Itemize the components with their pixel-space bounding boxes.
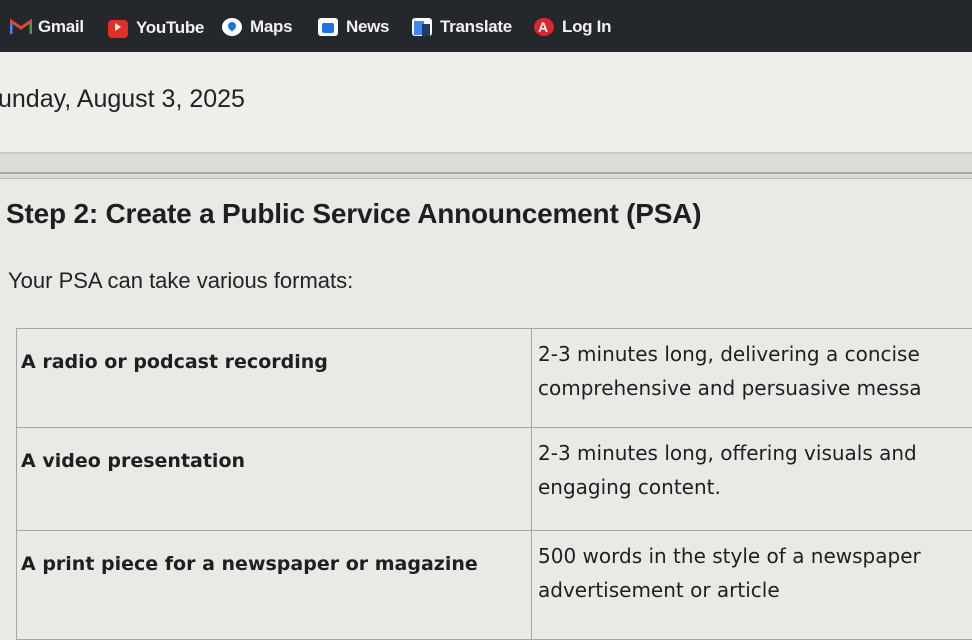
description-cell: 500 words in the style of a newspaper ad…: [532, 531, 972, 640]
table-row: A print piece for a newspaper or magazin…: [17, 531, 972, 640]
psa-formats-table: A radio or podcast recording 2-3 minutes…: [16, 328, 972, 640]
bookmark-label: News: [346, 17, 389, 37]
news-icon: [318, 18, 338, 36]
description-line: comprehensive and persuasive messa: [538, 371, 972, 405]
description-cell: 2-3 minutes long, offering visuals and e…: [532, 428, 972, 531]
youtube-icon: [108, 20, 128, 38]
description-line: engaging content.: [538, 470, 972, 504]
step-title: Step 2: Create a Public Service Announce…: [6, 198, 701, 230]
bookmark-gmail[interactable]: Gmail: [10, 17, 84, 37]
description-line: 500 words in the style of a newspaper: [538, 539, 972, 573]
table-row: A radio or podcast recording 2-3 minutes…: [17, 329, 972, 428]
bookmark-label: Maps: [250, 17, 292, 37]
table-row: A video presentation 2-3 minutes long, o…: [17, 428, 972, 531]
description-line: advertisement or article: [538, 573, 972, 607]
maps-icon: [222, 18, 242, 36]
divider-line: [0, 172, 972, 174]
bookmark-log-in[interactable]: Log In: [534, 17, 611, 37]
description-line: 2-3 minutes long, offering visuals and: [538, 436, 972, 470]
bookmark-label: Log In: [562, 17, 611, 37]
page-date: unday, August 3, 2025: [0, 85, 245, 114]
section-divider: [0, 152, 972, 179]
bookmarks-bar: Gmail YouTube Maps News Translate Log In: [0, 0, 972, 52]
bookmark-maps[interactable]: Maps: [222, 17, 292, 37]
bookmark-news[interactable]: News: [318, 17, 389, 37]
intro-text: Your PSA can take various formats:: [8, 268, 353, 294]
login-icon: [534, 18, 554, 36]
description-line: 2-3 minutes long, delivering a concise: [538, 337, 972, 371]
gmail-icon: [10, 18, 30, 36]
bookmark-translate[interactable]: Translate: [412, 17, 512, 37]
bookmark-label: Gmail: [38, 17, 84, 37]
translate-icon: [412, 18, 432, 36]
format-cell: A video presentation: [17, 428, 532, 531]
format-cell: A print piece for a newspaper or magazin…: [17, 531, 532, 640]
bookmark-label: YouTube: [136, 18, 204, 38]
bookmark-label: Translate: [440, 17, 512, 37]
description-cell: 2-3 minutes long, delivering a concise c…: [532, 329, 972, 428]
bookmark-youtube[interactable]: YouTube: [108, 17, 204, 38]
format-cell: A radio or podcast recording: [17, 329, 532, 428]
